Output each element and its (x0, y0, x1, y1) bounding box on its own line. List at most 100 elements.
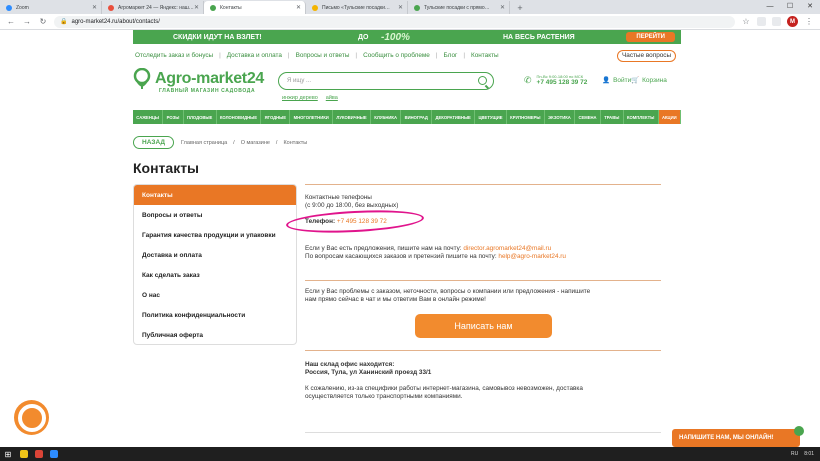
category-item[interactable]: РОЗЫ (163, 110, 184, 124)
breadcrumb-sep: / (233, 140, 235, 146)
email-line-1: Если у Вас есть предложения, пишите нам … (305, 245, 566, 253)
chat-invite-text: Если у Вас проблемы с заказом, неточност… (305, 288, 590, 304)
top-link-faq[interactable]: Вопросы и ответы (296, 52, 350, 59)
breadcrumb-current: Контакты (283, 140, 308, 146)
back-arrow-icon[interactable]: ← (6, 17, 16, 26)
star-icon[interactable]: ☆ (741, 17, 751, 26)
top-link-report[interactable]: Сообщить о проблеме (363, 52, 430, 59)
category-item[interactable]: ДЕКОРАТИВНЫЕ (432, 110, 476, 124)
online-chat-button[interactable]: НАПИШИТЕ НАМ, МЫ ОНЛАЙН! (672, 426, 804, 447)
tab-label: Тульские посадки с прямо… (424, 4, 490, 11)
top-link-blog[interactable]: Блог (444, 52, 458, 59)
top-links: Отследить заказ и бонусы | Доставка и опл… (135, 52, 499, 59)
office-title: Наш склад офис находится: (305, 361, 395, 368)
close-tab-icon[interactable]: ✕ (398, 4, 403, 11)
browser-tab-active[interactable]: Контакты ✕ (204, 1, 306, 14)
top-link-contacts[interactable]: Контакты (471, 52, 499, 59)
faq-button[interactable]: Частые вопросы (617, 50, 677, 62)
top-link-track[interactable]: Отследить заказ и бонусы (135, 52, 213, 59)
site-logo[interactable]: Agro-market24 ГЛАВНЫЙ МАГАЗИН САДОВОДА (133, 68, 264, 94)
callback-widget-icon[interactable] (14, 400, 49, 435)
sidebar-item-howto-order[interactable]: Как сделать заказ (134, 265, 296, 285)
search-hint[interactable]: айва (326, 95, 338, 101)
breadcrumb-about[interactable]: О магазине (241, 140, 270, 146)
sidebar-item-offer[interactable]: Публичная оферта (134, 325, 296, 345)
zoom-favicon-icon (6, 4, 12, 11)
email-line-1-text: Если у Вас есть предложения, пишите нам … (305, 245, 462, 252)
language-indicator[interactable]: RU (791, 451, 798, 457)
category-item[interactable]: ВИНОГРАД (401, 110, 433, 124)
search-hint[interactable]: инжир дерево (282, 95, 318, 101)
url-input[interactable]: 🔒 agro-market24.ru/about/contacts/ (54, 15, 735, 28)
login-button[interactable]: 👤 Войти (602, 76, 631, 85)
map-frame[interactable] (305, 432, 661, 446)
sidebar-item-quality[interactable]: Гарантия качества продукции и упаковки (134, 225, 296, 245)
chat-text-line-1: Если у Вас проблемы с заказом, неточност… (305, 288, 591, 295)
back-button[interactable]: НАЗАД (133, 136, 175, 149)
category-item[interactable]: ЛУКОВИЧНЫЕ (333, 110, 371, 124)
url-text: agro-market24.ru/about/contacts/ (71, 18, 160, 25)
search-icon[interactable] (478, 76, 487, 85)
sidebar-item-about[interactable]: О нас (134, 285, 296, 305)
taskbar-app-icon[interactable] (16, 447, 31, 461)
page-title: Контакты (133, 160, 200, 176)
email-link-director[interactable]: director.agromarket24@mail.ru (463, 245, 551, 252)
browser-tab[interactable]: Zoom ✕ (0, 1, 102, 14)
header-phone[interactable]: ✆ Пн-Вс 9:00-18:00 по МСК +7 495 128 39 … (524, 74, 587, 86)
extension-icon[interactable] (772, 17, 781, 26)
close-tab-icon[interactable]: ✕ (500, 4, 505, 11)
breadcrumb-home[interactable]: Главная страница (181, 140, 227, 146)
category-item[interactable]: КЛУБНИКА (370, 110, 402, 124)
menu-kebab-icon[interactable]: ⋮ (804, 17, 814, 26)
promo-go-button[interactable]: ПЕРЕЙТИ (626, 32, 675, 42)
category-item[interactable]: КРУПНОМЕРЫ (506, 110, 545, 124)
cart-label: Корзина (642, 76, 667, 84)
email-link-help[interactable]: help@agro-market24.ru (498, 253, 566, 260)
logo-tagline: ГЛАВНЫЙ МАГАЗИН САДОВОДА (159, 88, 256, 94)
taskbar-app-icon[interactable] (31, 447, 46, 461)
taskbar-app-icon[interactable] (46, 447, 61, 461)
sidebar-item-privacy[interactable]: Политика конфиденциальности (134, 305, 296, 325)
new-tab-icon[interactable]: + (514, 2, 526, 14)
category-item[interactable]: ЭКЗОТИКА (544, 110, 576, 124)
extension-icon[interactable] (757, 17, 766, 26)
office-address: Россия, Тула, ул Ханинский проезд 33/1 (305, 369, 432, 376)
category-item[interactable]: ЯГОДНЫЕ (261, 110, 291, 124)
close-window-icon[interactable]: ✕ (800, 0, 820, 14)
category-item[interactable]: МНОГОЛЕТНИКИ (290, 110, 334, 124)
close-tab-icon[interactable]: ✕ (92, 4, 97, 11)
maximize-icon[interactable]: ☐ (780, 0, 800, 14)
lock-icon: 🔒 (60, 19, 68, 25)
search-input[interactable]: Я ищу ... (278, 72, 494, 90)
address-bar: ← → ↻ 🔒 agro-market24.ru/about/contacts/… (0, 14, 820, 30)
browser-tab[interactable]: Агромаркет 24 — Яндекс: нашл… ✕ (102, 1, 204, 14)
top-link-delivery[interactable]: Доставка и оплата (227, 52, 282, 59)
reload-icon[interactable]: ↻ (38, 17, 48, 26)
tab-label: Zoom (16, 4, 29, 11)
window-controls: — ☐ ✕ (760, 0, 820, 14)
write-us-button[interactable]: Написать нам (415, 314, 552, 338)
breadcrumb-sep: / (275, 140, 278, 146)
category-item[interactable]: ТРАВЫ (600, 110, 624, 124)
sidebar-item-contacts[interactable]: Контакты (134, 185, 296, 205)
cart-button[interactable]: 🛒 Корзина (631, 76, 667, 85)
browser-tab[interactable]: Письмо «Тульские посадки… ✕ (306, 1, 408, 14)
category-item[interactable]: ЦВЕТУЩИЕ (475, 110, 507, 124)
category-item[interactable]: ПЛОДОВЫЕ (183, 110, 217, 124)
sidebar-item-faq[interactable]: Вопросы и ответы (134, 205, 296, 225)
close-tab-icon[interactable]: ✕ (296, 4, 301, 11)
windows-start-icon[interactable]: ⊞ (0, 447, 16, 461)
close-tab-icon[interactable]: ✕ (194, 4, 199, 11)
sidebar-item-delivery[interactable]: Доставка и оплата (134, 245, 296, 265)
clock[interactable]: 8:01 (804, 451, 814, 457)
category-item[interactable]: СЕМЕНА (575, 110, 601, 124)
minimize-icon[interactable]: — (760, 0, 780, 14)
profile-avatar[interactable]: M (787, 16, 798, 27)
forward-arrow-icon[interactable]: → (22, 17, 32, 26)
category-item[interactable]: САЖЕНЦЫ (133, 110, 164, 124)
promo-banner[interactable]: СКИДКИ ИДУТ НА ВЗЛЕТ! ДО -100% НА ВЕСЬ Р… (133, 30, 681, 44)
category-item[interactable]: КОЛОНОВИДНЫЕ (216, 110, 262, 124)
category-item[interactable]: КОМПЛЕКТЫ (623, 110, 659, 124)
browser-tab[interactable]: Тульские посадки с прямо… ✕ (408, 1, 510, 14)
category-item-sale[interactable]: АКЦИИ (658, 110, 681, 124)
